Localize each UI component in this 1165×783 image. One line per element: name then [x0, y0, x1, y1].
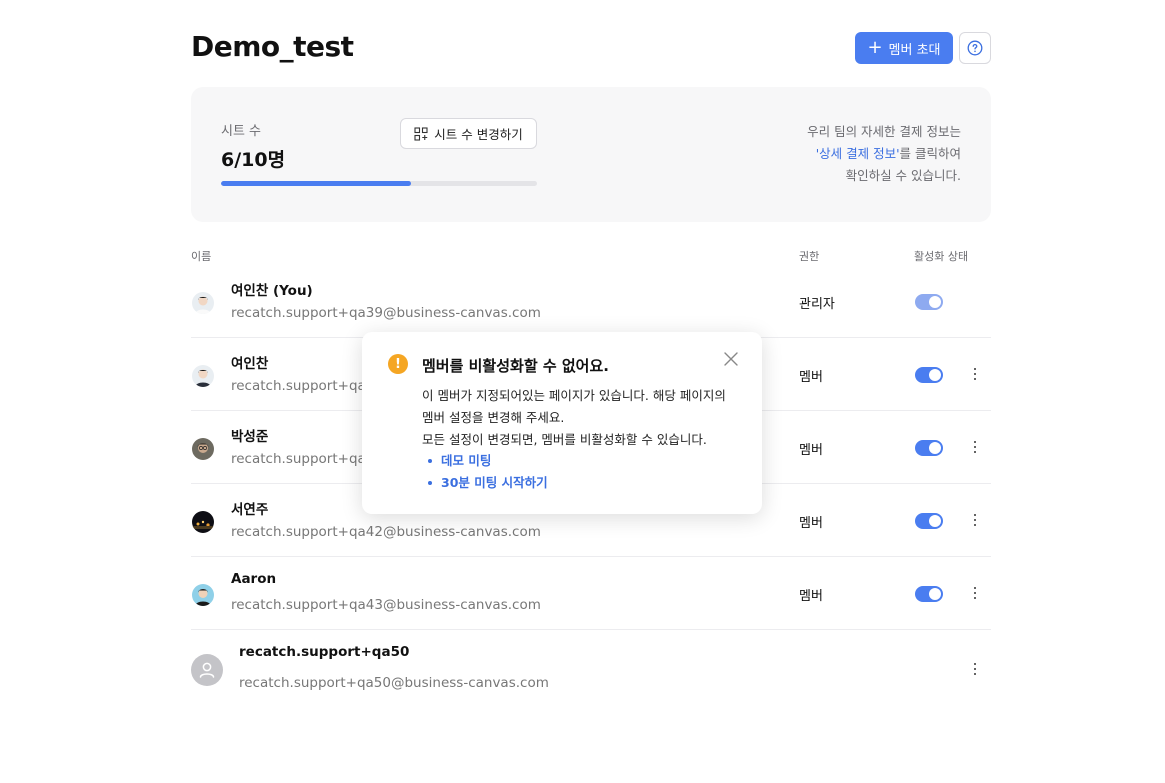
popup-title: 멤버를 비활성화할 수 없어요.	[422, 357, 609, 375]
more-options-icon[interactable]	[969, 437, 981, 457]
change-seats-button[interactable]: 시트 수 변경하기	[400, 118, 537, 149]
member-email: recatch.support+qa4	[231, 378, 375, 394]
member-role: 멤버	[799, 370, 823, 385]
avatar	[192, 365, 214, 387]
deactivate-warning-popup: ! 멤버를 비활성화할 수 없어요. 이 멤버가 지정되어있는 페이지가 있습니…	[362, 332, 762, 514]
avatar	[192, 292, 214, 314]
more-options-icon[interactable]	[969, 510, 981, 530]
more-options-icon[interactable]	[969, 659, 981, 679]
member-name: 박성준	[231, 429, 269, 445]
table-row: Aaron recatch.support+qa43@business-canv…	[191, 557, 991, 630]
avatar	[192, 511, 214, 533]
page-header: Demo_test + 멤버 초대	[191, 28, 991, 68]
seat-grid-icon	[414, 126, 428, 141]
member-name: Aaron	[231, 571, 277, 587]
billing-line-2: '상세 결제 정보'를 클릭하여	[807, 143, 961, 165]
member-email: recatch.support+qa39@business-canvas.com	[231, 305, 541, 321]
seat-progress-fill	[221, 181, 411, 186]
page-title: Demo_test	[191, 30, 354, 63]
assigned-pages-list: 데모 미팅 30분 미팅 시작하기	[428, 450, 548, 494]
table-row: recatch.support+qa50 recatch.support+qa5…	[191, 630, 991, 710]
member-name: 여인찬 (You)	[231, 283, 313, 299]
avatar	[192, 584, 214, 606]
avatar	[192, 438, 214, 460]
plus-icon: +	[867, 37, 883, 58]
member-name: 서연주	[231, 502, 269, 518]
column-header-role: 권한	[799, 250, 820, 263]
table-row: 여인찬 (You) recatch.support+qa39@business-…	[191, 265, 991, 338]
close-icon[interactable]	[723, 351, 739, 367]
seat-count: 6/10명	[221, 149, 286, 171]
member-name: recatch.support+qa50	[239, 644, 410, 660]
invite-member-button[interactable]: + 멤버 초대	[855, 32, 953, 64]
more-options-icon[interactable]	[969, 583, 981, 603]
member-role: 관리자	[799, 297, 835, 312]
member-email: recatch.support+qa43@business-canvas.com	[231, 597, 541, 613]
popup-body-line-3: 모든 설정이 변경되면, 멤버를 비활성화할 수 있습니다.	[422, 432, 707, 447]
active-toggle[interactable]	[915, 294, 943, 310]
popup-body: 이 멤버가 지정되어있는 페이지가 있습니다. 해당 페이지의 멤버 설정을 변…	[422, 385, 742, 451]
page-link-demo-meeting[interactable]: 데모 미팅	[428, 450, 548, 472]
active-toggle[interactable]	[915, 440, 943, 456]
bullet	[428, 459, 432, 463]
help-circle-icon	[967, 40, 983, 56]
member-email: recatch.support+qa50@business-canvas.com	[239, 675, 549, 691]
invite-member-label: 멤버 초대	[888, 42, 941, 58]
active-toggle[interactable]	[915, 513, 943, 529]
billing-info-text: 우리 팀의 자세한 결제 정보는 '상세 결제 정보'를 클릭하여 확인하실 수…	[807, 121, 961, 187]
column-header-name: 이름	[191, 250, 212, 263]
seat-label: 시트 수	[221, 124, 262, 139]
warning-icon: !	[388, 354, 408, 374]
popup-body-line-2: 멤버 설정을 변경해 주세요.	[422, 410, 565, 425]
billing-detail-link[interactable]: '상세 결제 정보'	[816, 146, 900, 161]
member-name: 여인찬	[231, 356, 269, 372]
help-button[interactable]	[959, 32, 991, 64]
seat-summary-card: 시트 수 6/10명 시트 수 변경하기 우리 팀의 자세한 결제 정보는 '상…	[191, 87, 991, 222]
member-role: 멤버	[799, 516, 823, 531]
popup-body-line-1: 이 멤버가 지정되어있는 페이지가 있습니다. 해당 페이지의	[422, 388, 726, 403]
bullet	[428, 481, 432, 485]
page-link-label: 30분 미팅 시작하기	[441, 475, 548, 490]
member-email: recatch.support+qa4	[231, 451, 375, 467]
active-toggle[interactable]	[915, 367, 943, 383]
page-link-30min-meeting[interactable]: 30분 미팅 시작하기	[428, 472, 548, 494]
seat-progress-bar	[221, 181, 537, 186]
member-role: 멤버	[799, 589, 823, 604]
billing-line-2-rest: 를 클릭하여	[899, 146, 961, 161]
page-link-label: 데모 미팅	[441, 453, 492, 468]
billing-line-3: 확인하실 수 있습니다.	[845, 168, 961, 183]
billing-line-1: 우리 팀의 자세한 결제 정보는	[807, 124, 961, 139]
column-header-status: 활성화 상태	[914, 250, 969, 263]
more-options-icon[interactable]	[969, 364, 981, 384]
member-role: 멤버	[799, 443, 823, 458]
member-email: recatch.support+qa42@business-canvas.com	[231, 524, 541, 540]
active-toggle[interactable]	[915, 586, 943, 602]
change-seats-label: 시트 수 변경하기	[434, 127, 523, 142]
default-avatar-icon	[191, 654, 223, 686]
